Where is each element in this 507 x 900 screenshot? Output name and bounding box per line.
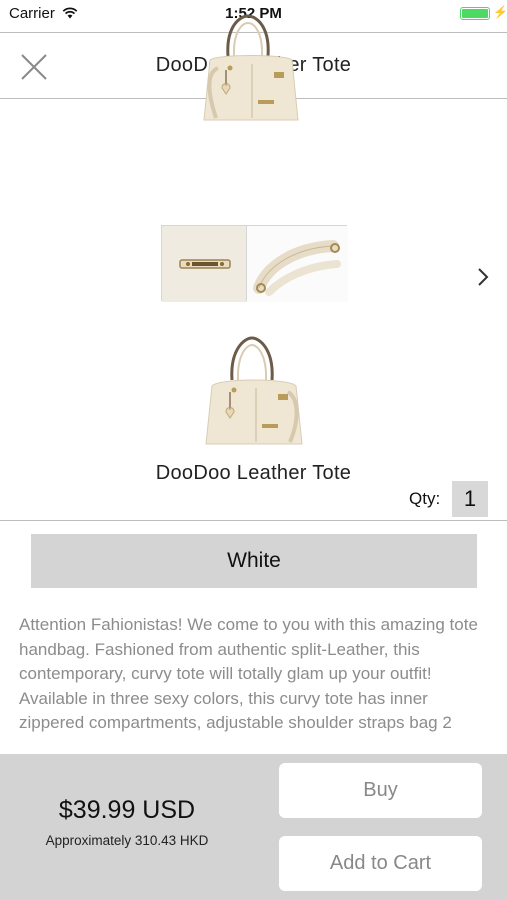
product-image-main[interactable]	[196, 8, 306, 124]
qty-label: Qty:	[409, 489, 441, 508]
divider	[0, 520, 507, 521]
buy-button[interactable]: Buy	[279, 763, 482, 818]
thumbnail-hardware-detail[interactable]	[161, 225, 247, 302]
chevron-right-icon	[478, 268, 489, 286]
add-to-cart-button[interactable]: Add to Cart	[279, 836, 482, 891]
price-conversion: Approximately 310.43 HKD	[45, 833, 209, 848]
price: $39.99 USD	[58, 796, 196, 824]
color-option-button[interactable]: White	[31, 534, 477, 588]
thumbnail-strap-detail[interactable]	[246, 225, 348, 302]
next-image-button[interactable]	[470, 260, 496, 294]
battery-icon	[460, 7, 490, 20]
product-description: Attention Fahionistas! We come to you wi…	[19, 615, 478, 732]
quantity-field[interactable]: 1	[452, 481, 488, 517]
product-name: DooDoo Leather Tote	[155, 462, 352, 484]
purchase-footer: $39.99 USD Approximately 310.43 HKD Buy …	[0, 754, 507, 900]
charging-icon: ⚡	[493, 5, 507, 19]
product-image	[198, 332, 310, 448]
